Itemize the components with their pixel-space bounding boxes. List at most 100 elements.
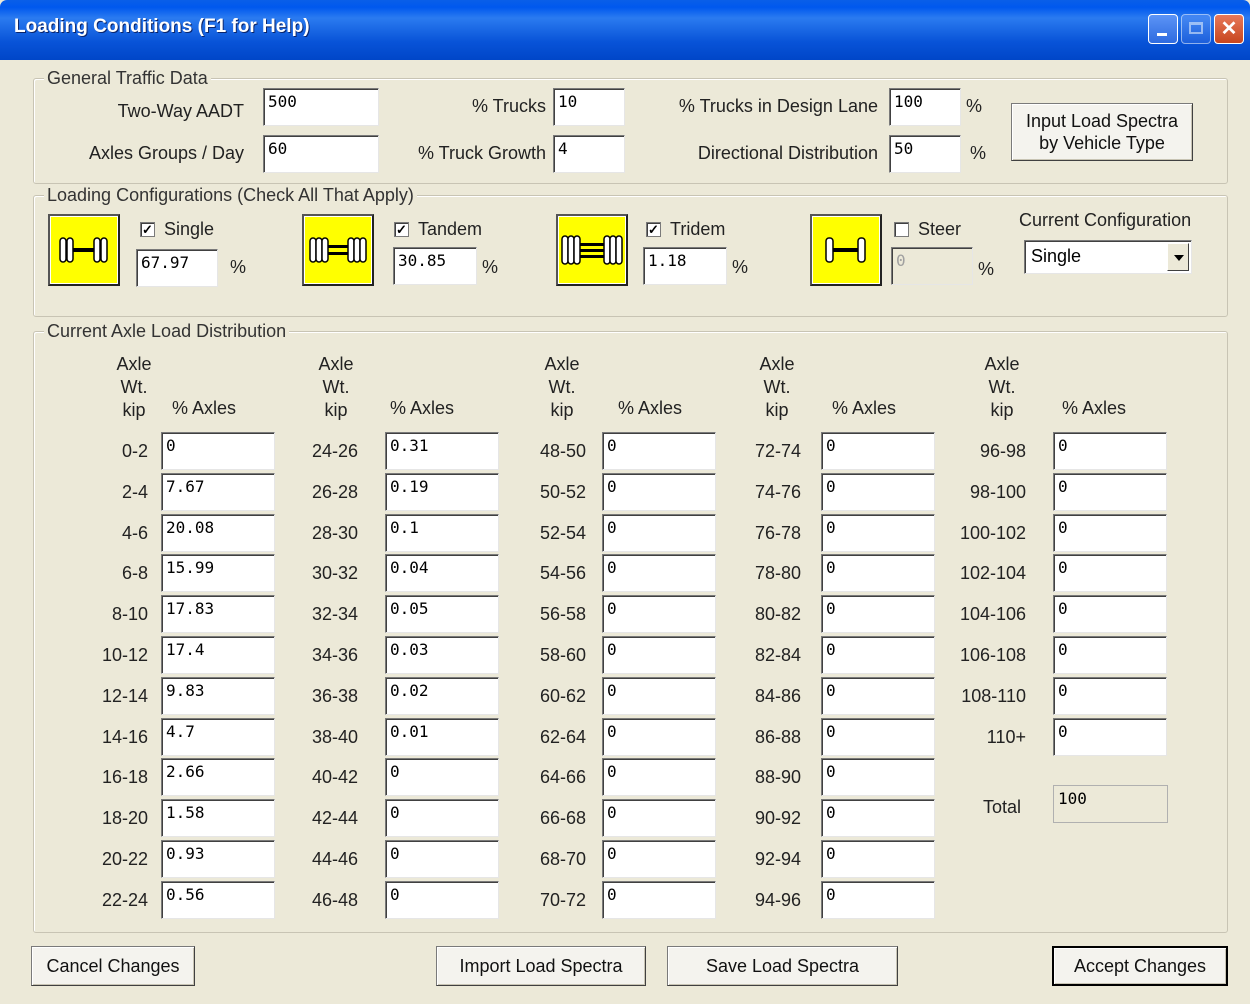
percent-axles-input[interactable]: 0 bbox=[161, 432, 275, 470]
percent-axles-input[interactable]: 0 bbox=[385, 840, 499, 878]
percent-axles-input[interactable]: 17.4 bbox=[161, 636, 275, 674]
steer-checkbox[interactable] bbox=[894, 222, 909, 237]
percent-axles-input[interactable]: 0 bbox=[821, 676, 935, 715]
percent-axles-input[interactable]: 0 bbox=[1053, 513, 1167, 552]
percent-axles-input[interactable]: 0 bbox=[385, 880, 499, 919]
tridem-axle-icon bbox=[556, 214, 628, 286]
percent-axles-input[interactable]: 0 bbox=[821, 432, 935, 470]
truck-growth-input[interactable]: 4 bbox=[553, 135, 625, 173]
percent-axles-input[interactable]: 0.31 bbox=[385, 432, 499, 470]
percent-axles-input[interactable]: 0 bbox=[821, 472, 935, 511]
percent-axles-input[interactable]: 0 bbox=[821, 554, 935, 593]
percent-axles-input[interactable]: 0 bbox=[1053, 676, 1167, 715]
percent-axles-input[interactable]: 0 bbox=[385, 758, 499, 797]
percent-axles-input[interactable]: 0 bbox=[602, 554, 716, 593]
title-bar: Loading Conditions (F1 for Help) ✕ bbox=[0, 0, 1250, 60]
percent-axles-input[interactable]: 0 bbox=[602, 840, 716, 878]
percent-axles-input[interactable]: 0.1 bbox=[385, 513, 499, 552]
percent-axles-input[interactable]: 15.99 bbox=[161, 554, 275, 593]
axle-weight-range: 72-74 bbox=[754, 441, 801, 461]
percent-axles-input[interactable]: 0.02 bbox=[385, 676, 499, 715]
percent-axles-input[interactable]: 9.83 bbox=[161, 676, 275, 715]
steer-percent-input[interactable]: 0 bbox=[891, 247, 973, 285]
axle-weight-range: 66-68 bbox=[539, 808, 586, 829]
axle-weight-range: 42-44 bbox=[311, 808, 358, 829]
percent-axles-input[interactable]: 0 bbox=[1053, 717, 1167, 756]
percent-axles-input[interactable]: 0 bbox=[821, 595, 935, 634]
percent-axles-input[interactable]: 0 bbox=[602, 880, 716, 919]
percent-axles-input[interactable]: 0.05 bbox=[385, 595, 499, 634]
axle-weight-range: 86-88 bbox=[754, 726, 801, 747]
trucks-input[interactable]: 10 bbox=[553, 88, 625, 126]
percent-axles-input[interactable]: 0 bbox=[821, 717, 935, 756]
percent-axles-input[interactable]: 0 bbox=[602, 676, 716, 715]
percent-axles-input[interactable]: 0 bbox=[602, 758, 716, 797]
percent-axles-input[interactable]: 0 bbox=[821, 799, 935, 838]
percent-axles-input[interactable]: 0 bbox=[821, 513, 935, 552]
percent-axles-input[interactable]: 0 bbox=[1053, 432, 1167, 470]
axle-weight-range: 0-2 bbox=[121, 441, 148, 461]
import-load-spectra-button[interactable]: Import Load Spectra bbox=[436, 946, 646, 986]
directional-input[interactable]: 50 bbox=[889, 135, 961, 173]
percent-axles-input[interactable]: 0 bbox=[821, 758, 935, 797]
accept-changes-button[interactable]: Accept Changes bbox=[1052, 946, 1228, 986]
axle-weight-range: 92-94 bbox=[754, 849, 801, 869]
close-button[interactable]: ✕ bbox=[1214, 14, 1244, 44]
percent-axles-input[interactable]: 0 bbox=[821, 636, 935, 674]
percent-axles-input[interactable]: 0.04 bbox=[385, 554, 499, 593]
save-load-spectra-button[interactable]: Save Load Spectra bbox=[667, 946, 898, 986]
percent-axles-input[interactable]: 0 bbox=[602, 595, 716, 634]
button-label: Import Load Spectra bbox=[459, 956, 623, 976]
percent-axles-input[interactable]: 0.03 bbox=[385, 636, 499, 674]
maximize-button[interactable] bbox=[1181, 14, 1211, 44]
single-percent-input[interactable]: 67.97 bbox=[136, 249, 218, 287]
percent-axles-input[interactable]: 0 bbox=[602, 472, 716, 511]
axles-groups-input[interactable]: 60 bbox=[263, 135, 379, 173]
percent-axles-input[interactable]: 0.19 bbox=[385, 472, 499, 511]
percent-axles-input[interactable]: 0 bbox=[602, 636, 716, 674]
percent-axles-input[interactable]: 0 bbox=[1053, 595, 1167, 634]
percent-axles-header: % Axles bbox=[390, 398, 455, 418]
axle-header: Axle bbox=[759, 354, 795, 374]
steer-axle-icon bbox=[810, 214, 882, 286]
percent-axles-input[interactable]: 0 bbox=[1053, 554, 1167, 593]
percent-axles-input[interactable]: 0 bbox=[1053, 636, 1167, 674]
percent-axles-input[interactable]: 1.58 bbox=[161, 799, 275, 838]
tandem-percent-input[interactable]: 30.85 bbox=[393, 247, 477, 285]
axle-weight-range: 48-50 bbox=[539, 441, 586, 461]
percent-axles-input[interactable]: 0 bbox=[1053, 472, 1167, 511]
axle-weight-range: 90-92 bbox=[754, 808, 801, 829]
tridem-percent-input[interactable]: 1.18 bbox=[643, 247, 727, 285]
percent-axles-input[interactable]: 0 bbox=[602, 799, 716, 838]
percent-axles-input[interactable]: 0 bbox=[602, 432, 716, 470]
percent-axles-input[interactable]: 0 bbox=[602, 717, 716, 756]
axle-weight-range: 96-98 bbox=[979, 441, 1026, 461]
input-load-spectra-button[interactable]: Input Load Spectra by Vehicle Type bbox=[1011, 103, 1193, 161]
percent-axles-input[interactable]: 20.08 bbox=[161, 513, 275, 552]
percent-axles-input[interactable]: 0.01 bbox=[385, 717, 499, 756]
axle-weight-range: 50-52 bbox=[539, 481, 586, 502]
axle-weight-range: 108-110 bbox=[961, 685, 1026, 706]
tandem-checkbox[interactable]: ✓ bbox=[394, 222, 409, 237]
percent-axles-input[interactable]: 0.56 bbox=[161, 880, 275, 919]
axle-weight-range: 68-70 bbox=[539, 849, 586, 869]
current-configuration-select[interactable]: Single bbox=[1024, 240, 1192, 274]
percent-axles-input[interactable]: 0 bbox=[602, 513, 716, 552]
percent-axles-input[interactable]: 7.67 bbox=[161, 472, 275, 511]
percent-axles-input[interactable]: 2.66 bbox=[161, 758, 275, 797]
percent-axles-input[interactable]: 0 bbox=[385, 799, 499, 838]
percent-axles-input[interactable]: 4.7 bbox=[161, 717, 275, 756]
kip-header: kip bbox=[550, 400, 574, 420]
aadt-input[interactable]: 500 bbox=[263, 88, 379, 126]
percent-axles-input[interactable]: 0.93 bbox=[161, 840, 275, 878]
cancel-changes-button[interactable]: Cancel Changes bbox=[31, 946, 195, 986]
percent-axles-input[interactable]: 0 bbox=[821, 880, 935, 919]
tridem-checkbox[interactable]: ✓ bbox=[646, 222, 661, 237]
percent-axles-input[interactable]: 0 bbox=[821, 840, 935, 878]
percent-axles-input[interactable]: 17.83 bbox=[161, 595, 275, 634]
single-checkbox[interactable]: ✓ bbox=[140, 222, 155, 237]
minimize-button[interactable] bbox=[1148, 14, 1178, 44]
axle-weight-range: 24-26 bbox=[311, 441, 358, 461]
design-lane-input[interactable]: 100 bbox=[889, 88, 961, 126]
chevron-down-icon[interactable] bbox=[1167, 243, 1189, 271]
